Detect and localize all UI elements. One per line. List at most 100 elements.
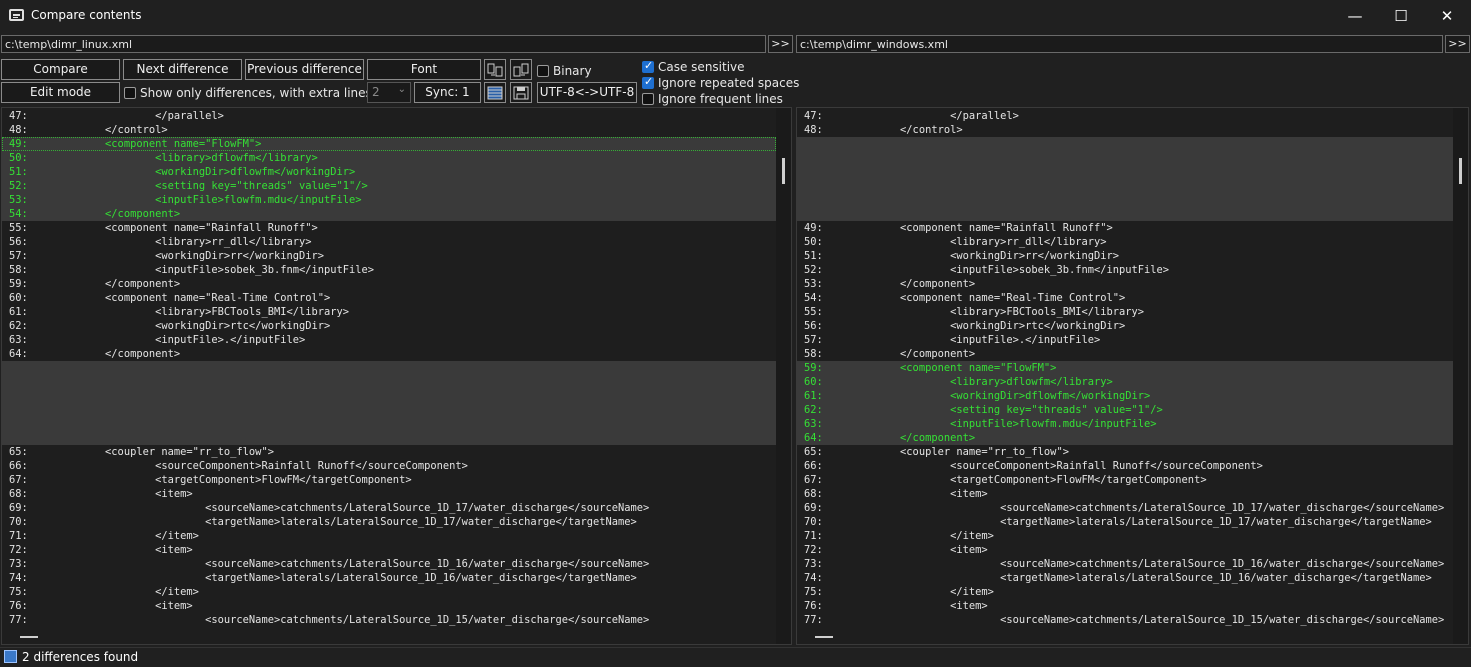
- code-line[interactable]: 52: <inputFile>sobek_3b.fnm</inputFile>: [797, 263, 1453, 277]
- code-line[interactable]: 50: <library>rr_dll</library>: [797, 235, 1453, 249]
- code-line[interactable]: 73: <sourceName>catchments/LateralSource…: [2, 557, 776, 571]
- diff-line[interactable]: 62: <setting key="threads" value="1"/>: [797, 403, 1453, 417]
- diff-line[interactable]: 63: <inputFile>flowfm.mdu</inputFile>: [797, 417, 1453, 431]
- compare-button[interactable]: Compare: [1, 59, 120, 80]
- code-line[interactable]: 53: </component>: [797, 277, 1453, 291]
- code-line[interactable]: 64: </component>: [2, 347, 776, 361]
- code-line[interactable]: 70: <targetName>laterals/LateralSource_1…: [797, 515, 1453, 529]
- code-line[interactable]: 58: </component>: [797, 347, 1453, 361]
- copy-left-icon[interactable]: [484, 59, 506, 80]
- code-line[interactable]: 49: <component name="Rainfall Runoff">: [797, 221, 1453, 235]
- padding-line[interactable]: [797, 179, 1453, 193]
- diff-line[interactable]: 64: </component>: [797, 431, 1453, 445]
- code-line[interactable]: 68: <item>: [797, 487, 1453, 501]
- right-horizontal-scrollbar[interactable]: [797, 630, 1453, 644]
- left-browse-button[interactable]: >>: [768, 35, 793, 53]
- code-line[interactable]: 59: </component>: [2, 277, 776, 291]
- code-line[interactable]: 74: <targetName>laterals/LateralSource_1…: [2, 571, 776, 585]
- code-line[interactable]: 76: <item>: [797, 599, 1453, 613]
- code-line[interactable]: 56: <library>rr_dll</library>: [2, 235, 776, 249]
- code-line[interactable]: 71: </item>: [797, 529, 1453, 543]
- diff-line[interactable]: 50: <library>dflowfm</library>: [2, 151, 776, 165]
- right-vertical-scrollbar[interactable]: [1453, 108, 1468, 644]
- padding-line[interactable]: [2, 361, 776, 375]
- code-line[interactable]: 57: <inputFile>.</inputFile>: [797, 333, 1453, 347]
- ignore-repeated-spaces-checkbox[interactable]: [642, 75, 654, 89]
- copy-right-icon[interactable]: [510, 59, 532, 80]
- left-horizontal-scrollbar[interactable]: [2, 630, 776, 644]
- maximize-button[interactable]: ☐: [1378, 0, 1424, 32]
- padding-line[interactable]: [2, 403, 776, 417]
- layout-icon[interactable]: [484, 82, 506, 103]
- code-line[interactable]: 65: <coupler name="rr_to_flow">: [2, 445, 776, 459]
- code-line[interactable]: 51: <workingDir>rr</workingDir>: [797, 249, 1453, 263]
- right-browse-button[interactable]: >>: [1445, 35, 1470, 53]
- code-line[interactable]: 75: </item>: [797, 585, 1453, 599]
- code-line[interactable]: 72: <item>: [797, 543, 1453, 557]
- code-line[interactable]: 54: <component name="Real-Time Control">: [797, 291, 1453, 305]
- code-line[interactable]: 60: <component name="Real-Time Control">: [2, 291, 776, 305]
- code-line[interactable]: 70: <targetName>laterals/LateralSource_1…: [2, 515, 776, 529]
- code-line[interactable]: 47: </parallel>: [797, 109, 1453, 123]
- encoding-button[interactable]: UTF-8<->UTF-8: [537, 82, 637, 103]
- code-line[interactable]: 67: <targetComponent>FlowFM</targetCompo…: [797, 473, 1453, 487]
- code-line[interactable]: 58: <inputFile>sobek_3b.fnm</inputFile>: [2, 263, 776, 277]
- code-line[interactable]: 63: <inputFile>.</inputFile>: [2, 333, 776, 347]
- padding-line[interactable]: [2, 417, 776, 431]
- code-line[interactable]: 55: <component name="Rainfall Runoff">: [2, 221, 776, 235]
- padding-line[interactable]: [797, 151, 1453, 165]
- extra-lines-select[interactable]: 2 ⌄: [367, 82, 411, 103]
- diff-line[interactable]: 49: <component name="FlowFM">: [2, 137, 776, 151]
- code-line[interactable]: 67: <targetComponent>FlowFM</targetCompo…: [2, 473, 776, 487]
- code-line[interactable]: 48: </control>: [797, 123, 1453, 137]
- right-file-pane[interactable]: 47: </parallel> 48: </control> 49: <compon…: [796, 107, 1469, 645]
- padding-line[interactable]: [2, 431, 776, 445]
- diff-line[interactable]: 54: </component>: [2, 207, 776, 221]
- code-line[interactable]: 73: <sourceName>catchments/LateralSource…: [797, 557, 1453, 571]
- left-vertical-scrollbar[interactable]: [776, 108, 791, 644]
- case-sensitive-checkbox[interactable]: [642, 59, 654, 73]
- binary-checkbox[interactable]: [537, 65, 549, 77]
- code-line[interactable]: 72: <item>: [2, 543, 776, 557]
- diff-line[interactable]: 53: <inputFile>flowfm.mdu</inputFile>: [2, 193, 776, 207]
- diff-line[interactable]: 52: <setting key="threads" value="1"/>: [2, 179, 776, 193]
- ignore-frequent-lines-checkbox[interactable]: [642, 93, 654, 105]
- code-line[interactable]: 61: <library>FBCTools_BMI</library>: [2, 305, 776, 319]
- code-line[interactable]: 75: </item>: [2, 585, 776, 599]
- code-line[interactable]: 74: <targetName>laterals/LateralSource_1…: [797, 571, 1453, 585]
- diff-line[interactable]: 59: <component name="FlowFM">: [797, 361, 1453, 375]
- code-line[interactable]: 57: <workingDir>rr</workingDir>: [2, 249, 776, 263]
- show-only-differences-checkbox[interactable]: [124, 87, 136, 99]
- code-line[interactable]: 68: <item>: [2, 487, 776, 501]
- code-line[interactable]: 47: </parallel>: [2, 109, 776, 123]
- left-path-input[interactable]: c:\temp\dimr_linux.xml: [1, 35, 766, 53]
- previous-difference-button[interactable]: Previous difference: [245, 59, 364, 80]
- left-hscroll-thumb[interactable]: [20, 636, 38, 638]
- sync-button[interactable]: Sync: 1: [414, 82, 481, 103]
- code-line[interactable]: 77: <sourceName>catchments/LateralSource…: [2, 613, 776, 627]
- code-line[interactable]: 69: <sourceName>catchments/LateralSource…: [2, 501, 776, 515]
- minimize-button[interactable]: —: [1332, 0, 1378, 32]
- right-path-input[interactable]: c:\temp\dimr_windows.xml: [796, 35, 1443, 53]
- padding-line[interactable]: [2, 375, 776, 389]
- code-line[interactable]: 71: </item>: [2, 529, 776, 543]
- save-icon[interactable]: [510, 82, 532, 103]
- font-button[interactable]: Font: [367, 59, 481, 80]
- left-file-pane[interactable]: 47: </parallel> 48: </control> 49: <compon…: [1, 107, 792, 645]
- code-line[interactable]: 48: </control>: [2, 123, 776, 137]
- diff-line[interactable]: 51: <workingDir>dflowfm</workingDir>: [2, 165, 776, 179]
- padding-line[interactable]: [797, 207, 1453, 221]
- code-line[interactable]: 76: <item>: [2, 599, 776, 613]
- left-scroll-thumb[interactable]: [782, 158, 785, 184]
- padding-line[interactable]: [2, 389, 776, 403]
- diff-line[interactable]: 60: <library>dflowfm</library>: [797, 375, 1453, 389]
- code-line[interactable]: 77: <sourceName>catchments/LateralSource…: [797, 613, 1453, 627]
- code-line[interactable]: 65: <coupler name="rr_to_flow">: [797, 445, 1453, 459]
- padding-line[interactable]: [797, 193, 1453, 207]
- padding-line[interactable]: [797, 137, 1453, 151]
- code-line[interactable]: 55: <library>FBCTools_BMI</library>: [797, 305, 1453, 319]
- code-line[interactable]: 56: <workingDir>rtc</workingDir>: [797, 319, 1453, 333]
- code-line[interactable]: 69: <sourceName>catchments/LateralSource…: [797, 501, 1453, 515]
- padding-line[interactable]: [797, 165, 1453, 179]
- edit-mode-button[interactable]: Edit mode: [1, 82, 120, 103]
